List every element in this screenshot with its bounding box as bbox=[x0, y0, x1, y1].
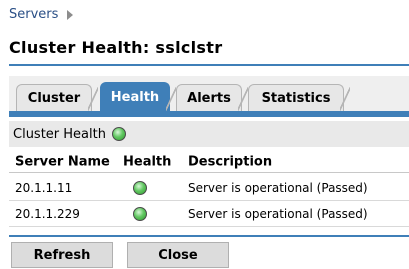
tab-statistics[interactable]: Statistics bbox=[248, 84, 350, 111]
footer-divider bbox=[9, 235, 409, 237]
tab-bar: Cluster Health Alerts Statistics bbox=[9, 76, 409, 117]
tab-alerts[interactable]: Alerts bbox=[176, 84, 248, 111]
server-name-cell: 20.1.1.229 bbox=[15, 206, 80, 221]
description-cell: Server is operational (Passed) bbox=[188, 180, 368, 195]
close-button[interactable]: Close bbox=[127, 242, 229, 268]
cluster-health-header: Cluster Health bbox=[9, 121, 409, 147]
column-description: Description bbox=[188, 154, 273, 169]
breadcrumb: Servers bbox=[9, 7, 74, 22]
table-row: 20.1.1.229 Server is operational (Passed… bbox=[9, 201, 409, 227]
breadcrumb-servers-link[interactable]: Servers bbox=[9, 7, 58, 22]
cluster-health-label: Cluster Health bbox=[13, 126, 106, 142]
tab-underline bbox=[9, 111, 409, 117]
table-header: Server Name Health Description bbox=[9, 151, 409, 173]
refresh-button[interactable]: Refresh bbox=[11, 242, 113, 268]
description-cell: Server is operational (Passed) bbox=[188, 206, 368, 221]
tab-cluster[interactable]: Cluster bbox=[16, 84, 98, 111]
green-status-icon bbox=[133, 180, 147, 195]
chevron-right-icon bbox=[67, 9, 74, 20]
header-divider bbox=[9, 64, 409, 66]
column-health: Health bbox=[123, 154, 172, 169]
tab-health[interactable]: Health bbox=[100, 82, 176, 111]
column-server-name: Server Name bbox=[15, 154, 110, 169]
table-row: 20.1.1.11 Server is operational (Passed) bbox=[9, 175, 409, 201]
green-status-icon bbox=[133, 206, 147, 221]
server-name-cell: 20.1.1.11 bbox=[15, 180, 73, 195]
green-status-icon bbox=[111, 127, 126, 141]
page-title: Cluster Health: sslclstr bbox=[9, 38, 223, 57]
